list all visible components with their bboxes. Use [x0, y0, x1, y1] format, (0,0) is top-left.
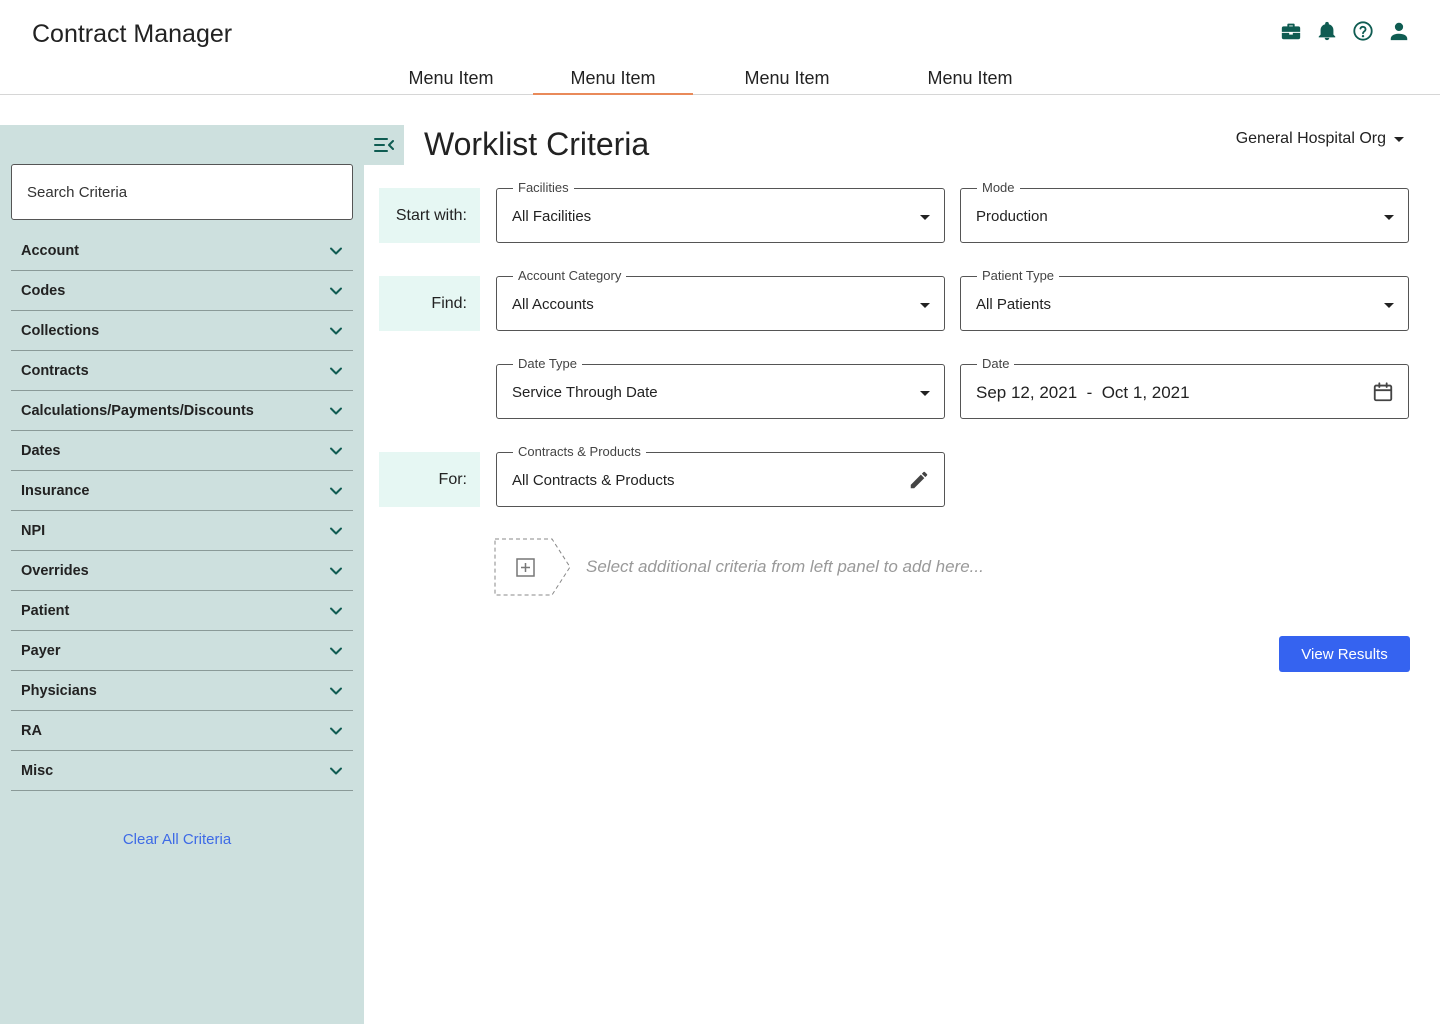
caret-down-icon	[1384, 303, 1394, 308]
date-range-field[interactable]: Date Sep 12, 2021 - Oct 1, 2021	[960, 356, 1409, 419]
caret-down-icon	[920, 303, 930, 308]
chevron-down-icon	[330, 247, 342, 254]
criteria-item[interactable]: Payer	[11, 631, 353, 671]
facilities-value: All Facilities	[512, 208, 592, 225]
criteria-item-label: Account	[21, 242, 79, 259]
criteria-item-label: Contracts	[21, 362, 89, 379]
add-box-icon	[516, 558, 535, 577]
patient-type-select[interactable]: Patient Type All Patients	[960, 268, 1409, 331]
criteria-item-label: Collections	[21, 322, 100, 339]
criteria-item-label: RA	[21, 722, 42, 739]
criteria-item[interactable]: Misc	[11, 751, 353, 791]
page-title: Worklist Criteria	[424, 126, 650, 162]
chevron-down-icon	[330, 687, 342, 694]
contracts-products-field[interactable]: Contracts & Products All Contracts & Pro…	[496, 444, 945, 507]
criteria-item[interactable]: Codes	[11, 271, 353, 311]
criteria-item-label: Insurance	[21, 482, 90, 499]
criteria-item[interactable]: Patient	[11, 591, 353, 631]
chevron-down-icon	[330, 367, 342, 374]
criteria-item-label: Physicians	[21, 682, 97, 699]
chevron-down-icon	[330, 487, 342, 494]
clear-all-criteria-link[interactable]: Clear All Criteria	[0, 831, 354, 848]
criteria-item-label: Patient	[21, 602, 70, 619]
criteria-item-label: Calculations/Payments/Discounts	[21, 402, 254, 419]
chevron-down-icon	[330, 407, 342, 414]
criteria-item[interactable]: Dates	[11, 431, 353, 471]
edit-pencil-icon[interactable]	[908, 469, 930, 491]
contracts-products-label: Contracts & Products	[513, 444, 646, 460]
criteria-list: Account Codes Collections Contracts Calculat…	[11, 231, 353, 791]
search-criteria-input[interactable]	[11, 164, 353, 220]
header-toolbar	[1280, 20, 1410, 42]
account-category-value: All Accounts	[512, 296, 594, 313]
account-category-label: Account Category	[513, 268, 627, 284]
chevron-down-icon	[330, 327, 342, 334]
org-select[interactable]: General Hospital Org	[1236, 130, 1404, 148]
chevron-down-icon	[330, 647, 342, 654]
nav-item-3[interactable]: Menu Item	[733, 68, 841, 95]
contracts-products-value: All Contracts & Products	[512, 472, 675, 489]
view-results-button[interactable]: View Results	[1279, 636, 1410, 672]
criteria-item-label: NPI	[21, 522, 46, 539]
bell-icon[interactable]	[1316, 20, 1338, 42]
chevron-down-icon	[330, 567, 342, 574]
nav-item-1[interactable]: Menu Item	[397, 68, 505, 95]
patient-type-value: All Patients	[976, 296, 1052, 313]
criteria-item[interactable]: Account	[11, 231, 353, 271]
app-title: Contract Manager	[32, 20, 233, 48]
criteria-item[interactable]: Physicians	[11, 671, 353, 711]
caret-down-icon	[1394, 136, 1404, 142]
mode-select[interactable]: Mode Production	[960, 180, 1409, 243]
add-criteria-hint: Select additional criteria from left pan…	[586, 557, 984, 576]
for-label: For:	[379, 452, 480, 507]
chevron-down-icon	[330, 727, 342, 734]
date-type-value: Service Through Date	[512, 384, 658, 401]
chevron-down-icon	[330, 287, 342, 294]
criteria-item[interactable]: Contracts	[11, 351, 353, 391]
criteria-item-label: Payer	[21, 642, 61, 659]
criteria-item[interactable]: Collections	[11, 311, 353, 351]
caret-down-icon	[1384, 215, 1394, 220]
date-type-select[interactable]: Date Type Service Through Date	[496, 356, 945, 419]
criteria-item-label: Codes	[21, 282, 66, 299]
criteria-item[interactable]: RA	[11, 711, 353, 751]
caret-down-icon	[920, 391, 930, 396]
criteria-item[interactable]: Overrides	[11, 551, 353, 591]
criteria-item-label: Dates	[21, 442, 61, 459]
date-type-label: Date Type	[513, 356, 583, 372]
chevron-down-icon	[330, 447, 342, 454]
account-category-select[interactable]: Account Category All Accounts	[496, 268, 945, 331]
main-nav: Menu Item Menu Item Menu Item Menu Item	[0, 64, 1440, 95]
date-range-value: Sep 12, 2021 - Oct 1, 2021	[976, 383, 1190, 402]
org-select-label: General Hospital Org	[1235, 130, 1386, 147]
calendar-icon[interactable]	[1372, 381, 1394, 403]
mode-value: Production	[976, 208, 1048, 225]
add-criteria-dropzone[interactable]	[494, 538, 572, 596]
chevron-down-icon	[330, 527, 342, 534]
find-label: Find:	[379, 276, 480, 331]
briefcase-icon[interactable]	[1280, 20, 1302, 42]
criteria-item-label: Overrides	[21, 562, 89, 579]
criteria-item[interactable]: Calculations/Payments/Discounts	[11, 391, 353, 431]
collapse-menu-icon	[374, 138, 394, 152]
criteria-item[interactable]: NPI	[11, 511, 353, 551]
help-icon[interactable]	[1352, 20, 1374, 42]
patient-type-label: Patient Type	[977, 268, 1060, 284]
criteria-sidebar: Account Codes Collections Contracts Calculat…	[0, 125, 364, 1024]
user-icon[interactable]	[1388, 20, 1410, 42]
chevron-down-icon	[330, 607, 342, 614]
caret-down-icon	[920, 215, 930, 220]
nav-item-2[interactable]: Menu Item	[533, 68, 693, 95]
date-label: Date	[977, 356, 1015, 372]
criteria-item-label: Misc	[21, 762, 54, 779]
start-with-label: Start with:	[379, 188, 480, 243]
facilities-label: Facilities	[513, 180, 574, 196]
facilities-select[interactable]: Facilities All Facilities	[496, 180, 945, 243]
nav-item-4[interactable]: Menu Item	[916, 68, 1024, 95]
chevron-down-icon	[330, 767, 342, 774]
criteria-item[interactable]: Insurance	[11, 471, 353, 511]
collapse-sidebar-button[interactable]	[364, 125, 404, 165]
mode-label: Mode	[977, 180, 1020, 196]
